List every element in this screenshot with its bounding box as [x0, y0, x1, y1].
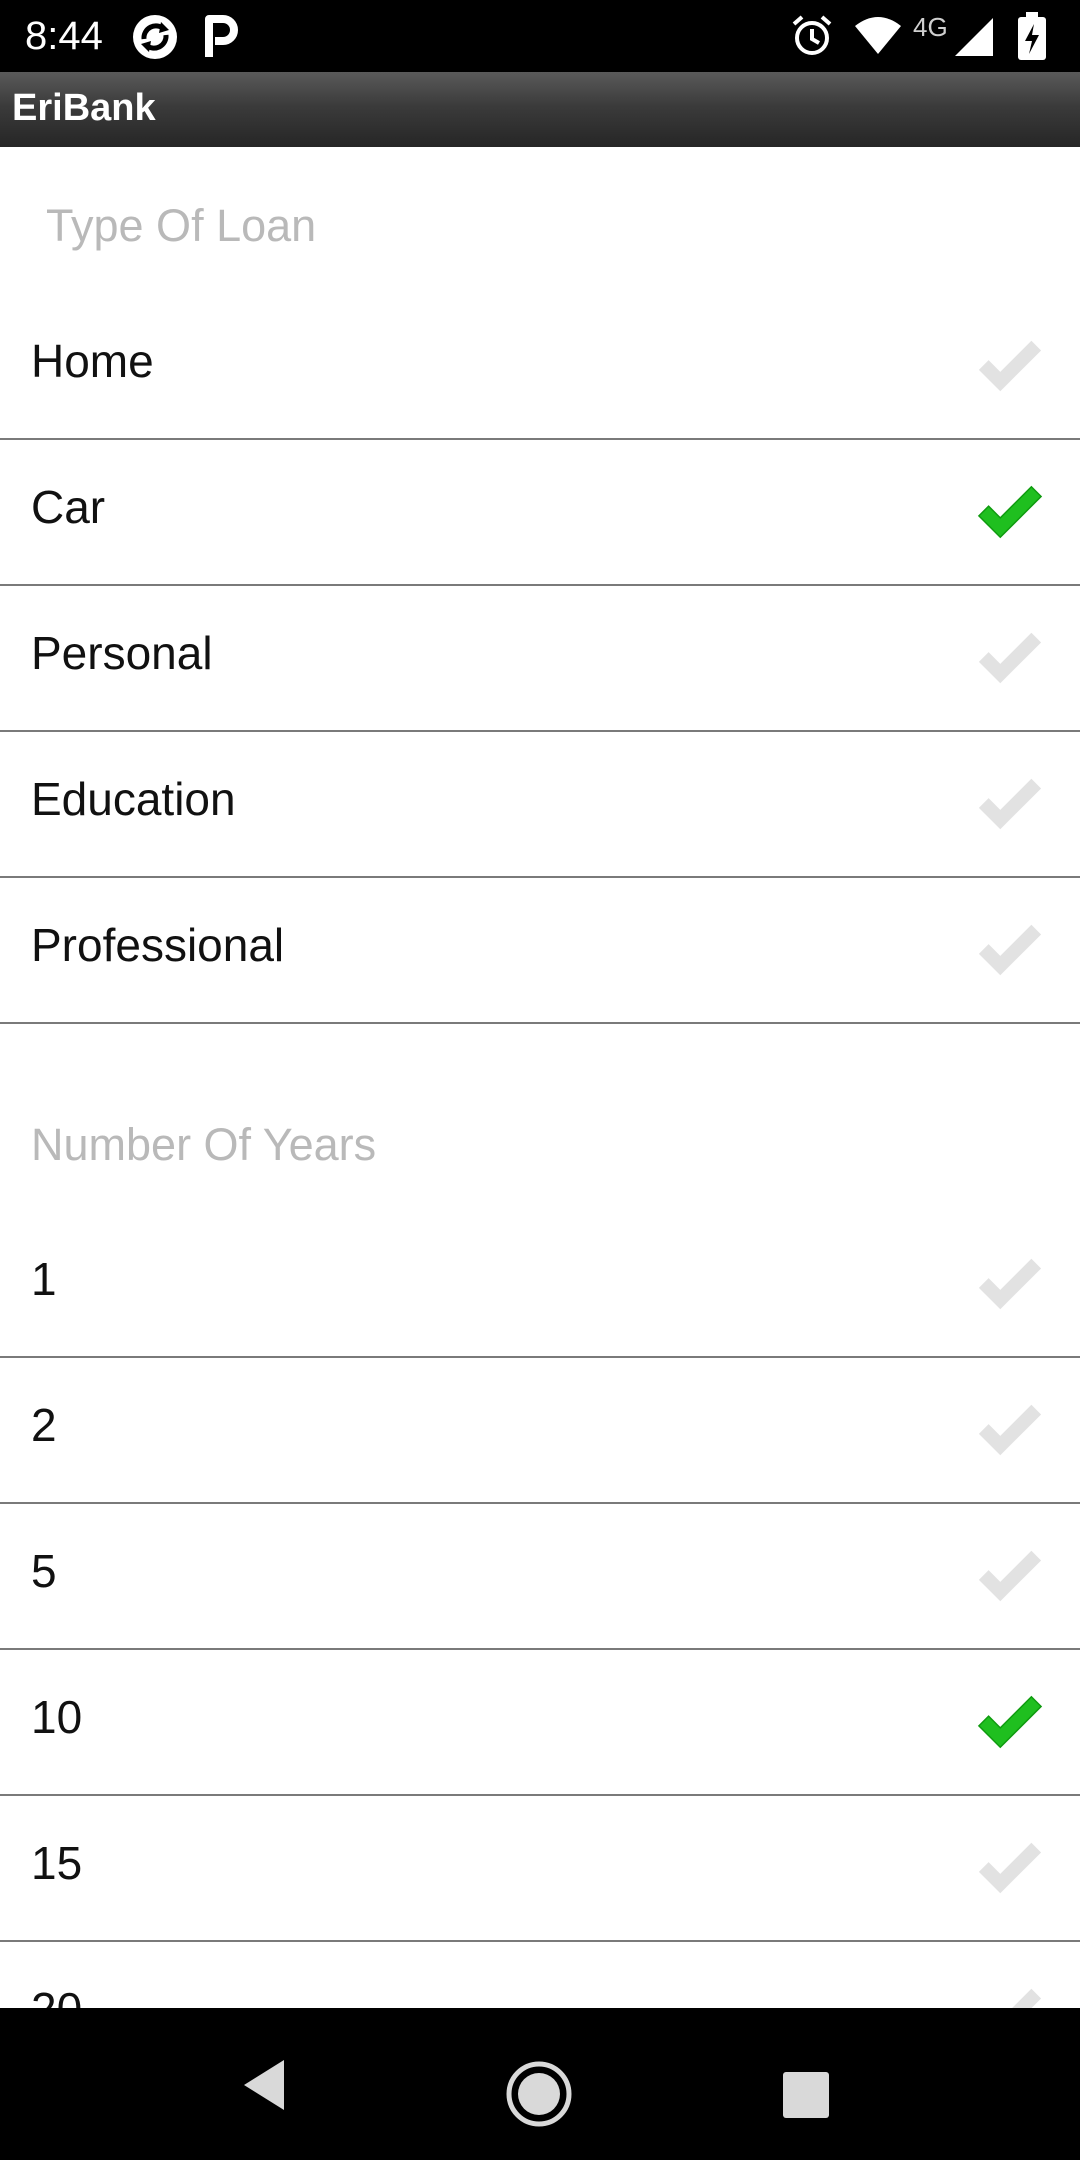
checkmark-icon [978, 1550, 1042, 1602]
years-option-20[interactable]: 20 [0, 1941, 1080, 2008]
option-label: 10 [31, 1691, 83, 1743]
option-label: 2 [31, 1399, 57, 1451]
checkmark-icon [978, 1258, 1042, 1310]
option-label: 5 [31, 1545, 57, 1597]
battery-charging-icon [1018, 12, 1046, 60]
option-label: Home [31, 335, 154, 387]
network-type-label: 4G [913, 12, 948, 42]
years-option-10[interactable]: 10 [0, 1649, 1080, 1796]
number-of-years-header: Number Of Years [31, 1119, 377, 1170]
home-icon[interactable] [505, 2060, 573, 2128]
recents-icon[interactable] [783, 2072, 829, 2118]
wifi-icon [855, 17, 901, 54]
checkmark-icon [978, 778, 1042, 830]
years-option-1[interactable]: 1 [0, 1211, 1080, 1358]
status-bar: 8:44 4G [0, 0, 1080, 72]
years-option-15[interactable]: 15 [0, 1795, 1080, 1942]
status-time: 8:44 [25, 14, 103, 58]
loan-option-home[interactable]: Home [0, 293, 1080, 440]
navigation-bar [0, 2008, 1080, 2160]
app-bar: EriBank [0, 72, 1080, 147]
checkmark-icon [978, 1404, 1042, 1456]
checkmark-icon [978, 632, 1042, 684]
signal-4g-icon [955, 18, 993, 56]
checkmark-selected-icon [978, 1695, 1042, 1749]
option-label: 20 [31, 1981, 82, 2008]
option-label: Car [31, 481, 106, 533]
alarm-icon [792, 15, 832, 55]
option-label: 15 [31, 1837, 83, 1889]
type-of-loan-header: Type Of Loan [46, 200, 317, 251]
checkmark-icon [978, 924, 1042, 976]
loan-option-education[interactable]: Education [0, 731, 1080, 878]
option-label: 1 [31, 1253, 57, 1305]
loan-options-list[interactable]: Type Of Loan Home Car Personal Education Pro… [0, 147, 1080, 2008]
years-option-5[interactable]: 5 [0, 1503, 1080, 1650]
loan-option-personal[interactable]: Personal [0, 585, 1080, 732]
app-title: EriBank [12, 87, 156, 129]
checkmark-icon [978, 1988, 1042, 2008]
checkmark-icon [978, 340, 1042, 392]
option-label: Personal [31, 627, 213, 679]
years-option-2[interactable]: 2 [0, 1357, 1080, 1504]
checkmark-icon [978, 1842, 1042, 1894]
sync-icon [133, 15, 177, 59]
option-label: Professional [31, 919, 285, 971]
back-icon[interactable] [240, 2058, 290, 2112]
parking-p-icon [205, 15, 238, 57]
checkmark-selected-icon [978, 485, 1042, 539]
option-label: Education [31, 773, 236, 825]
loan-option-car[interactable]: Car [0, 439, 1080, 586]
loan-option-professional[interactable]: Professional [0, 877, 1080, 1024]
